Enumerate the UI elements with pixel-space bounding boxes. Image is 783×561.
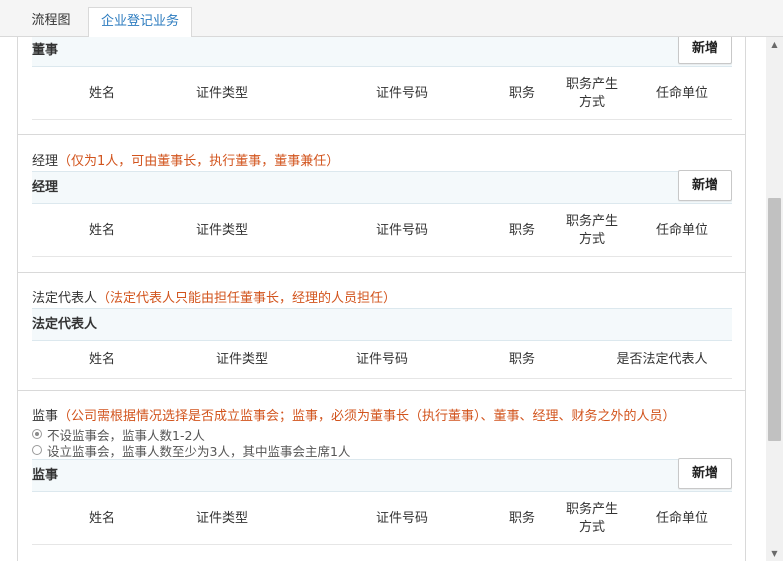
col-position-method: 职务产生 方式 (565, 501, 618, 535)
section-divider (18, 134, 745, 135)
col-appointing-unit: 任命单位 (655, 510, 708, 526)
col-name: 姓名 (88, 351, 115, 367)
col-id-number: 证件号码 (375, 222, 428, 238)
tab-enterprise-registration[interactable]: 企业登记业务 (88, 7, 192, 38)
add-supervisor-button[interactable]: 新增 (678, 458, 732, 489)
vertical-scrollbar[interactable]: ▲ ▼ (766, 37, 783, 561)
col-appointing-unit: 任命单位 (655, 222, 708, 238)
legal-rep-bar: 法定代表人 (32, 308, 732, 341)
manager-note: （仅为1人，可由董事长，执行董事，董事兼任） (58, 154, 340, 169)
supervisors-section-title: 监事（公司需根据情况选择是否成立监事会；监事，必须为董事长（执行董事）、董事、经… (32, 405, 676, 424)
legal-rep-section-title: 法定代表人（法定代表人只能由担任董事长，经理的人员担任） (32, 287, 396, 306)
col-name: 姓名 (88, 85, 115, 101)
col-name: 姓名 (88, 510, 115, 526)
manager-table-header: 姓名 证件类型 证件号码 职务 职务产生 方式 任命单位 (32, 205, 732, 257)
col-position-method: 职务产生 方式 (565, 213, 618, 247)
directors-bar-title: 董事 (32, 43, 59, 58)
scroll-thumb[interactable] (768, 198, 781, 441)
manager-bar: 经理 新增 (32, 170, 732, 204)
supervisors-table-header: 姓名 证件类型 证件号码 职务 职务产生 方式 任命单位 (32, 493, 732, 545)
col-id-number: 证件号码 (375, 510, 428, 526)
add-director-button[interactable]: 新增 (678, 37, 732, 64)
col-id-type: 证件类型 (195, 85, 248, 101)
section-divider (18, 272, 745, 273)
section-divider (18, 390, 745, 391)
tab-flowchart[interactable]: 流程图 (20, 7, 82, 37)
col-id-type: 证件类型 (195, 510, 248, 526)
col-id-number: 证件号码 (355, 351, 408, 367)
radio-unchecked-icon[interactable] (32, 445, 42, 455)
supervisors-note: （公司需根据情况选择是否成立监事会；监事，必须为董事长（执行董事）、董事、经理、… (58, 409, 676, 424)
legal-rep-title: 法定代表人 (32, 291, 98, 306)
legal-rep-table-header: 姓名 证件类型 证件号码 职务 是否法定代表人 (32, 341, 732, 379)
col-position: 职务 (508, 85, 535, 101)
supervisors-bar-title: 监事 (32, 468, 59, 483)
col-position: 职务 (508, 351, 535, 367)
col-id-type: 证件类型 (215, 351, 268, 367)
scroll-down-arrow-icon[interactable]: ▼ (766, 546, 783, 561)
add-manager-button[interactable]: 新增 (678, 170, 732, 201)
manager-title: 经理 (32, 154, 59, 169)
scroll-up-arrow-icon[interactable]: ▲ (766, 37, 783, 52)
col-position-method: 职务产生 方式 (565, 76, 618, 110)
col-position: 职务 (508, 510, 535, 526)
supervisors-title: 监事 (32, 409, 59, 424)
content-frame: 董事 新增 姓名 证件类型 证件号码 职务 职务产生 方式 任命单位 经理（仅为1… (17, 37, 746, 561)
legal-rep-bar-title: 法定代表人 (32, 317, 98, 332)
col-name: 姓名 (88, 222, 115, 238)
tab-bar: 流程图 企业登记业务 (0, 0, 783, 38)
col-id-type: 证件类型 (195, 222, 248, 238)
col-id-number: 证件号码 (375, 85, 428, 101)
col-appointing-unit: 任命单位 (655, 85, 708, 101)
legal-rep-note: （法定代表人只能由担任董事长，经理的人员担任） (97, 291, 397, 306)
manager-section-title: 经理（仅为1人，可由董事长，执行董事，董事兼任） (32, 150, 339, 169)
directors-table-header: 姓名 证件类型 证件号码 职务 职务产生 方式 任命单位 (32, 68, 732, 120)
directors-bar: 董事 新增 (32, 37, 732, 67)
radio-set-board[interactable]: 设立监事会，监事人数至少为3人，其中监事会主席1人 (32, 442, 351, 459)
col-position: 职务 (508, 222, 535, 238)
radio-set-board-label: 设立监事会，监事人数至少为3人，其中监事会主席1人 (47, 443, 351, 459)
radio-checked-icon[interactable] (32, 429, 42, 439)
supervisors-bar: 监事 新增 (32, 458, 732, 492)
manager-bar-title: 经理 (32, 180, 59, 195)
col-is-legal-rep: 是否法定代表人 (616, 351, 708, 367)
